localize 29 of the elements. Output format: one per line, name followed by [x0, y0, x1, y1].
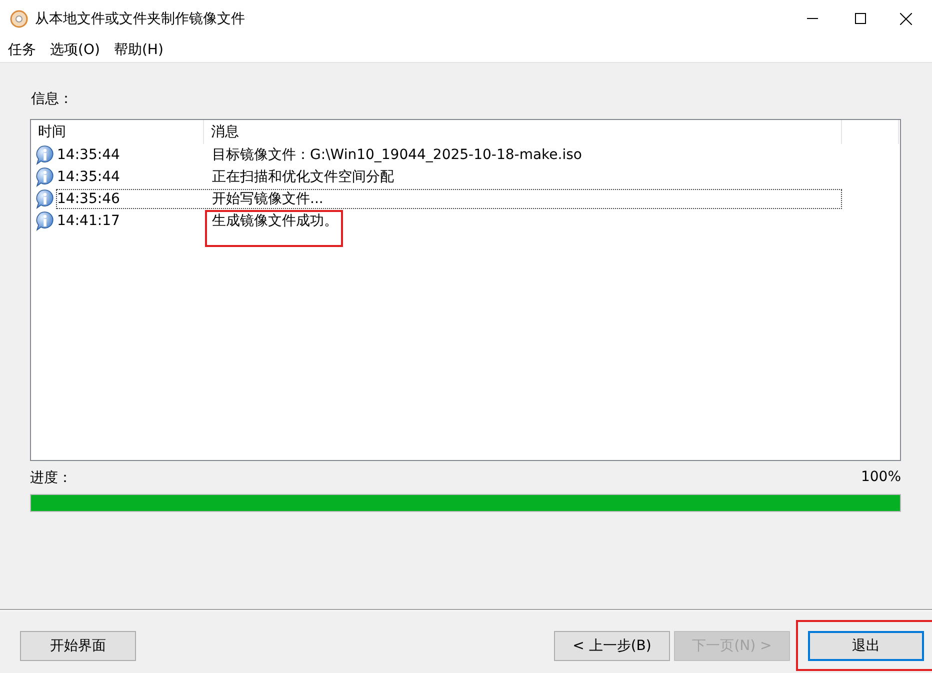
- progress-label: 进度：: [30, 469, 72, 488]
- info-icon: [35, 211, 55, 231]
- wizard-button[interactable]: < 上一步(B): [554, 631, 670, 661]
- maximize-icon[interactable]: [854, 13, 866, 24]
- info-icon: [35, 167, 55, 187]
- info-icon: [35, 189, 55, 209]
- info-icon: [35, 145, 55, 165]
- menu-item[interactable]: 帮助(H): [114, 40, 164, 58]
- message-cell-text: 开始写镜像文件...: [211, 190, 324, 208]
- time-cell-text: 14:35:44: [57, 169, 121, 185]
- wizard-button[interactable]: 退出: [808, 631, 924, 661]
- message-cell: 生成镜像文件成功。: [206, 212, 338, 230]
- menu-item[interactable]: 选项(O): [50, 40, 100, 58]
- message-cell-text: 目标镜像文件：G:\Win10_19044_2025-10-18-make.iso: [211, 146, 582, 164]
- time-cell-text: 14:35:46: [57, 191, 121, 207]
- disc-icon: [10, 10, 28, 28]
- message-cell-text: 正在扫描和优化文件空间分配: [211, 168, 394, 186]
- focused-row[interactable]: 14:35:46 开始写镜像文件...: [56, 189, 842, 209]
- time-cell-text: 14:35:44: [57, 147, 121, 163]
- info-label: 信息：: [31, 90, 74, 109]
- column-header[interactable]: 时间: [31, 120, 204, 144]
- window-title: 从本地文件或文件夹制作镜像文件: [35, 10, 245, 28]
- menu-item[interactable]: 任务: [8, 40, 36, 58]
- progress-reading: 100%: [860, 469, 901, 487]
- minimize-icon[interactable]: [806, 18, 818, 19]
- time-cell-text: 14:41:17: [57, 213, 121, 229]
- wizard-button[interactable]: 开始界面: [20, 631, 136, 661]
- close-icon[interactable]: [900, 12, 912, 24]
- column-header[interactable]: 消息: [204, 120, 842, 144]
